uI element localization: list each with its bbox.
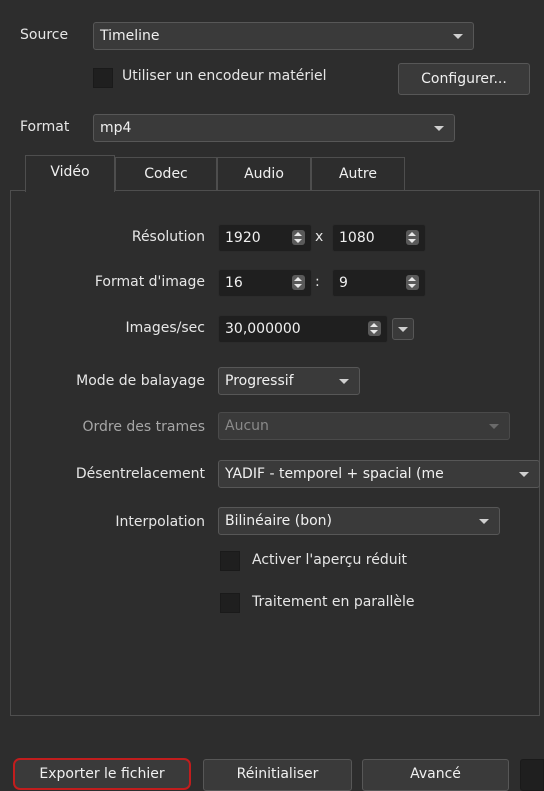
source-label: Source	[20, 27, 69, 43]
fps-label: Images/sec	[125, 320, 205, 336]
chevron-down-icon	[519, 472, 529, 477]
advanced-button[interactable]: Avancé	[362, 759, 509, 791]
chevron-down-icon	[453, 34, 463, 39]
export-file-button[interactable]: Exporter le fichier	[13, 758, 191, 790]
aspect-ratio-label: Format d'image	[94, 274, 205, 290]
fps-presets-button[interactable]	[392, 318, 414, 340]
spin-arrows-icon[interactable]	[292, 275, 305, 290]
reset-button[interactable]: Réinitialiser	[203, 759, 352, 791]
scan-mode-value: Progressif	[225, 373, 294, 389]
deinterlacer-dropdown[interactable]: YADIF - temporel + spacial (me	[218, 460, 540, 488]
spin-arrows-icon[interactable]	[406, 275, 419, 290]
chevron-down-icon	[434, 126, 444, 131]
hardware-encoder-checkbox[interactable]	[93, 68, 113, 88]
deinterlacer-label: Désentrelacement	[75, 466, 205, 482]
spin-arrows-icon[interactable]	[368, 321, 381, 336]
aspect-den-value: 9	[339, 275, 348, 291]
scan-mode-dropdown[interactable]: Progressif	[218, 367, 360, 395]
fps-value: 30,000000	[225, 321, 301, 337]
preview-scaling-label: Activer l'aperçu réduit	[252, 552, 407, 568]
parallel-processing-label: Traitement en parallèle	[252, 594, 415, 610]
aspect-num-value: 16	[225, 275, 243, 291]
aspect-den-spinbox[interactable]: 9	[332, 269, 426, 297]
format-value: mp4	[100, 120, 132, 136]
format-label: Format	[20, 119, 70, 135]
parallel-processing-checkbox[interactable]	[220, 593, 240, 613]
resolution-width-spinbox[interactable]: 1920	[218, 224, 312, 252]
tab-other[interactable]: Autre	[311, 157, 405, 191]
spin-arrows-icon[interactable]	[292, 230, 305, 245]
field-order-value: Aucun	[225, 418, 269, 434]
resolution-separator: x	[315, 229, 324, 245]
format-dropdown[interactable]: mp4	[93, 114, 455, 142]
preview-scaling-checkbox[interactable]	[220, 551, 240, 571]
hardware-encoder-label: Utiliser un encodeur matériel	[122, 68, 327, 84]
fps-spinbox[interactable]: 30,000000	[218, 315, 388, 343]
deinterlacer-value: YADIF - temporel + spacial (me	[225, 466, 444, 482]
scan-mode-label: Mode de balayage	[76, 373, 205, 389]
spin-arrows-icon[interactable]	[406, 230, 419, 245]
field-order-label: Ordre des trames	[82, 419, 205, 435]
interpolation-dropdown[interactable]: Bilinéaire (bon)	[218, 507, 500, 535]
interpolation-value: Bilinéaire (bon)	[225, 513, 332, 529]
chevron-down-icon	[489, 424, 499, 429]
resolution-height-spinbox[interactable]: 1080	[332, 224, 426, 252]
source-value: Timeline	[100, 28, 160, 44]
field-order-dropdown: Aucun	[218, 412, 510, 440]
tab-codec[interactable]: Codec	[115, 157, 217, 191]
resolution-height-value: 1080	[339, 230, 375, 246]
overflow-button[interactable]	[520, 759, 544, 791]
resolution-label: Résolution	[131, 229, 205, 245]
chevron-down-icon	[339, 379, 349, 384]
chevron-down-icon	[479, 519, 489, 524]
tab-video[interactable]: Vidéo	[25, 155, 115, 192]
tab-audio[interactable]: Audio	[217, 157, 311, 191]
configure-button[interactable]: Configurer...	[398, 63, 530, 95]
source-dropdown[interactable]: Timeline	[93, 22, 474, 50]
chevron-down-icon	[398, 327, 408, 332]
resolution-width-value: 1920	[225, 230, 261, 246]
aspect-separator: :	[315, 274, 320, 290]
export-panel: Source Timeline Utiliser un encodeur mat…	[0, 0, 544, 791]
aspect-num-spinbox[interactable]: 16	[218, 269, 312, 297]
interpolation-label: Interpolation	[115, 514, 205, 530]
